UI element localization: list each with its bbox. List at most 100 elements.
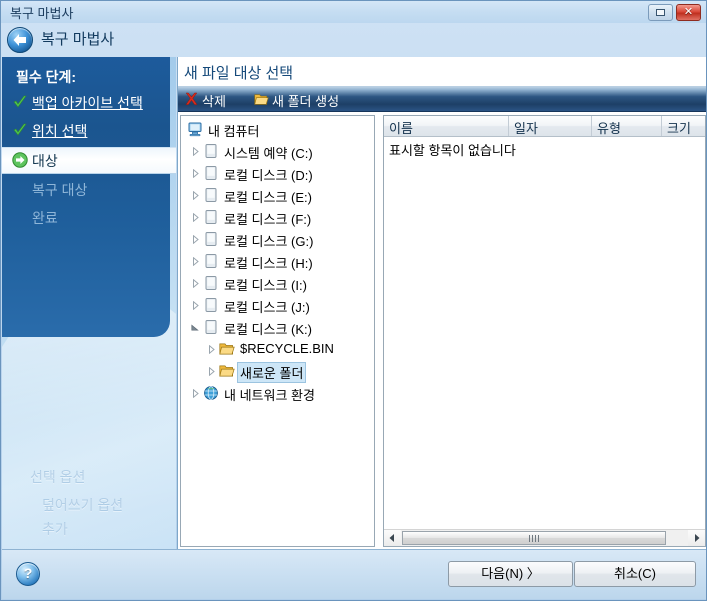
restore-window-button[interactable]: [648, 4, 673, 21]
tree-item-label: 로컬 디스크 (E:): [224, 190, 312, 205]
file-list[interactable]: 이름 일자 유형 크기 표시할 항목이 없습니다: [383, 115, 706, 547]
drive-icon: [205, 210, 217, 224]
drive-icon: [205, 276, 217, 290]
tree-item-label: 시스템 예약 (C:): [224, 146, 313, 161]
chevron-right-icon[interactable]: [191, 169, 200, 178]
chevron-right-icon[interactable]: [191, 257, 200, 266]
column-header-name[interactable]: 이름: [384, 116, 509, 136]
next-button[interactable]: 다음(N) 〉: [448, 561, 573, 587]
tree-item-label: 로컬 디스크 (H:): [224, 256, 313, 271]
sidebar-step-label: 복구 대상: [32, 182, 88, 198]
sidebar-step-label: 백업 아카이브 선택: [32, 95, 143, 111]
help-button[interactable]: ?: [16, 562, 40, 586]
close-icon: ✕: [683, 6, 694, 18]
sidebar-step-finish: 완료: [2, 205, 176, 230]
folder-icon: [219, 343, 235, 355]
chevron-right-icon[interactable]: [191, 235, 200, 244]
tree-item-label: 새로운 폴더: [237, 362, 307, 383]
new-folder-icon: [254, 94, 269, 105]
chevron-right-icon[interactable]: [207, 367, 216, 376]
column-header-label: 유형: [597, 121, 621, 136]
chevron-right-icon[interactable]: [191, 213, 200, 222]
sidebar-step-select-location[interactable]: 위치 선택: [2, 118, 176, 143]
sidebar-ghost-step-overwrite-options: 덮어쓰기 옵션: [42, 497, 124, 513]
empty-list-message: 표시할 항목이 없습니다: [389, 143, 516, 158]
wizard-title: 복구 마법사: [41, 31, 115, 48]
scroll-right-button[interactable]: [688, 530, 705, 546]
scroll-left-button[interactable]: [384, 530, 401, 546]
chevron-right-icon[interactable]: [191, 389, 200, 398]
sidebar-step-label: 위치 선택: [32, 123, 88, 139]
tree-item-label: 내 컴퓨터: [208, 124, 260, 139]
chevron-down-icon[interactable]: [191, 323, 200, 332]
sidebar-step-backup-archive[interactable]: 백업 아카이브 선택: [2, 90, 176, 115]
sidebar-step-label: 대상: [32, 153, 58, 169]
sidebar-step-label: 완료: [32, 210, 58, 226]
page-title: 새 파일 대상 선택: [184, 65, 294, 82]
footer-bar: ? 다음(N) 〉 취소(C): [2, 549, 706, 599]
new-folder-button[interactable]: 새 폴더 생성: [252, 87, 382, 112]
back-arrow-icon: [13, 34, 26, 46]
drive-icon: [205, 188, 217, 202]
folder-tree[interactable]: 내 컴퓨터 시스템 예약 (C:) 로컬 디스크 (D:) 로컬 디스크 (E:…: [180, 115, 375, 547]
chevron-right-icon[interactable]: [191, 279, 200, 288]
column-header-label: 크기: [667, 121, 691, 136]
chevron-right-icon[interactable]: [191, 147, 200, 156]
column-header-size[interactable]: 크기: [662, 116, 705, 136]
tree-item-label: 로컬 디스크 (J:): [224, 300, 310, 315]
back-button[interactable]: [7, 27, 33, 53]
tree-item-label: $RECYCLE.BIN: [240, 341, 334, 356]
chevron-right-icon[interactable]: [207, 345, 216, 354]
tree-item-label: 로컬 디스크 (D:): [224, 168, 313, 183]
arrow-right-icon: [12, 152, 28, 168]
delete-x-icon: [185, 92, 198, 105]
required-steps-title: 필수 단계:: [16, 69, 77, 85]
header-bar: 복구 마법사: [1, 23, 706, 57]
help-icon: ?: [23, 565, 33, 581]
drive-icon: [205, 298, 217, 312]
computer-icon: [188, 122, 202, 137]
chevron-right-icon[interactable]: [191, 191, 200, 200]
sidebar-step-destination[interactable]: 대상: [2, 147, 176, 174]
drive-icon: [205, 144, 217, 158]
recovery-wizard-window: 복구 마법사 ✕ 복구 마법사 필수 단계: 백업 아카이브 선택 위치 선택 …: [0, 0, 707, 601]
drive-icon: [205, 254, 217, 268]
horizontal-scrollbar[interactable]: [384, 529, 705, 546]
column-header-label: 일자: [514, 121, 538, 136]
drive-icon: [205, 320, 217, 334]
cancel-button[interactable]: 취소(C): [574, 561, 696, 587]
scroll-left-icon: [389, 534, 394, 542]
column-header-label: 이름: [389, 121, 413, 136]
delete-button[interactable]: 삭제: [182, 87, 250, 112]
tree-item-label: 내 네트워크 환경: [224, 388, 315, 403]
column-header-date[interactable]: 일자: [509, 116, 592, 136]
window-title: 복구 마법사: [10, 6, 74, 21]
content-pane: 새 파일 대상 선택 삭제 새 폴더 생성 내 컴퓨터 시스템 예약 (C:) …: [177, 57, 706, 576]
network-icon: [204, 386, 218, 400]
sidebar: 필수 단계: 백업 아카이브 선택 위치 선택 대상 복구 대상 완료 선택 옵…: [2, 57, 176, 550]
check-icon: [12, 94, 28, 110]
chevron-right-icon[interactable]: [191, 301, 200, 310]
close-window-button[interactable]: ✕: [676, 4, 701, 21]
sidebar-ghost-step-additional: 추가: [42, 521, 68, 537]
tree-item-label: 로컬 디스크 (F:): [224, 212, 312, 227]
file-toolbar: 삭제 새 폴더 생성: [178, 87, 706, 112]
restore-icon: [656, 9, 665, 16]
tree-item-label: 로컬 디스크 (I:): [224, 278, 307, 293]
drive-icon: [205, 166, 217, 180]
folder-icon: [219, 365, 235, 377]
drive-icon: [205, 232, 217, 246]
tree-item-label: 로컬 디스크 (K:): [224, 322, 312, 337]
column-header-type[interactable]: 유형: [592, 116, 662, 136]
sidebar-ghost-step-selection-options: 선택 옵션: [30, 469, 86, 485]
scroll-right-icon: [695, 534, 700, 542]
scrollbar-thumb[interactable]: [402, 531, 666, 545]
title-bar: 복구 마법사 ✕: [1, 1, 706, 23]
new-folder-button-label: 새 폴더 생성: [272, 94, 340, 109]
check-icon: [12, 122, 28, 138]
file-list-header: 이름 일자 유형 크기: [384, 116, 705, 137]
sidebar-step-recovery-target: 복구 대상: [2, 177, 176, 202]
tree-item-label: 로컬 디스크 (G:): [224, 234, 314, 249]
delete-button-label: 삭제: [202, 94, 226, 109]
scrollbar-grip-icon: [529, 535, 539, 542]
